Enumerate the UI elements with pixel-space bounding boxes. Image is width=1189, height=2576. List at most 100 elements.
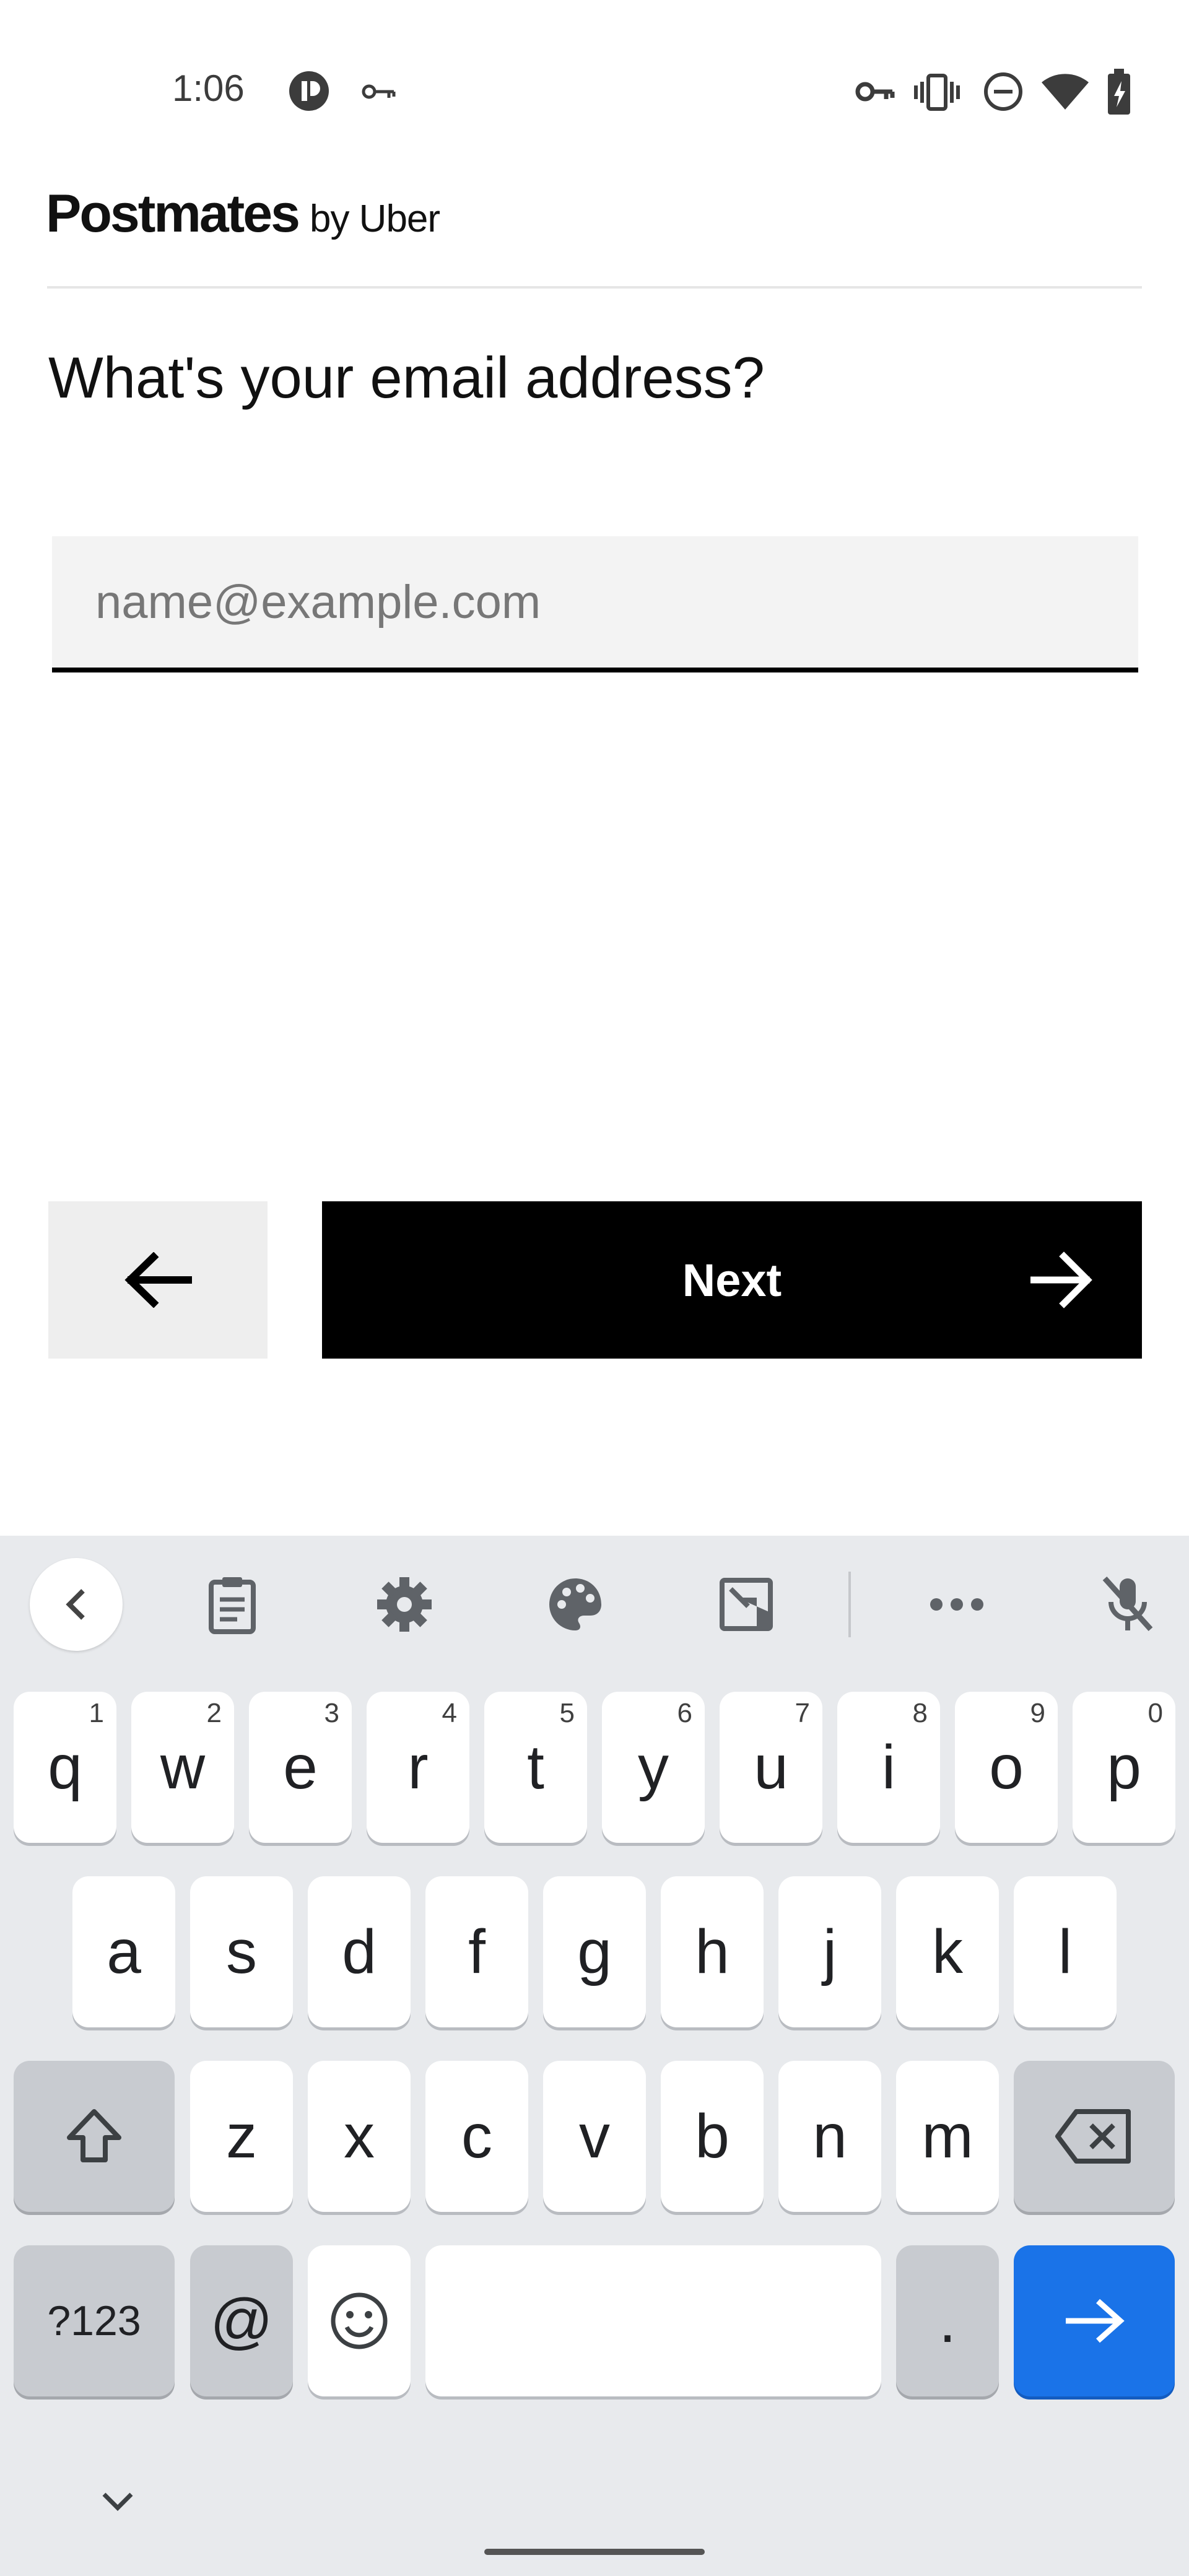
key-p[interactable]: p0 — [1073, 1692, 1175, 1843]
key-label: t — [527, 1732, 544, 1802]
key-label: q — [48, 1732, 82, 1802]
key-v[interactable]: v — [543, 2061, 646, 2212]
battery-icon — [1105, 67, 1133, 116]
status-time: 1:06 — [172, 67, 245, 109]
back-button[interactable] — [48, 1201, 268, 1359]
key-b[interactable]: b — [661, 2061, 764, 2212]
key-hint: 9 — [1030, 1698, 1045, 1728]
mic-button[interactable] — [1094, 1570, 1162, 1638]
key-label: z — [226, 2101, 257, 2171]
key-hint: 7 — [795, 1698, 810, 1728]
mic-off-icon — [1102, 1576, 1153, 1632]
header-divider — [47, 286, 1142, 289]
key-label: g — [577, 1917, 612, 1986]
key-i[interactable]: i8 — [837, 1692, 940, 1843]
key-label: ?123 — [47, 2297, 141, 2344]
key-label: k — [932, 1917, 963, 1986]
key-x[interactable]: x — [308, 2061, 411, 2212]
next-label: Next — [682, 1254, 782, 1306]
backspace-key[interactable] — [1014, 2061, 1175, 2212]
key-f[interactable]: f — [425, 1876, 528, 2027]
vibrate-icon — [913, 71, 961, 114]
palette-icon — [549, 1578, 601, 1630]
wifi-icon — [1040, 72, 1090, 111]
do-not-disturb-icon — [982, 71, 1024, 113]
key-d[interactable]: d — [308, 1876, 411, 2027]
key-label: @ — [210, 2286, 273, 2356]
key-h[interactable]: h — [661, 1876, 764, 2027]
enter-key[interactable] — [1014, 2245, 1175, 2396]
brand-name: Postmates — [46, 184, 300, 243]
key-a[interactable]: a — [72, 1876, 175, 2027]
keyboard-collapse-button[interactable] — [30, 1558, 123, 1651]
period-key[interactable]: . — [896, 2245, 999, 2396]
backspace-icon — [1055, 2109, 1131, 2164]
shift-key[interactable] — [14, 2061, 175, 2212]
chevron-left-icon — [66, 1589, 85, 1620]
at-key[interactable]: @ — [190, 2245, 293, 2396]
postmates-logo: Postmates by Uber — [46, 183, 440, 245]
key-label: n — [812, 2101, 847, 2171]
key-l[interactable]: l — [1014, 1876, 1117, 2027]
clipboard-button[interactable] — [198, 1570, 266, 1638]
key-label: v — [579, 2101, 610, 2171]
key-n[interactable]: n — [778, 2061, 881, 2212]
key-label: b — [695, 2101, 730, 2171]
gesture-nav-handle[interactable] — [484, 2549, 705, 2555]
key-label: r — [407, 1732, 429, 1802]
emoji-key[interactable] — [308, 2245, 411, 2396]
chevron-down-icon — [102, 2492, 133, 2511]
settings-button[interactable] — [370, 1570, 438, 1638]
one-handed-button[interactable] — [712, 1570, 780, 1638]
key-label: a — [107, 1917, 141, 1986]
key-e[interactable]: e3 — [249, 1692, 352, 1843]
key-hint: 3 — [324, 1698, 339, 1728]
key-u[interactable]: u7 — [720, 1692, 822, 1843]
key-o[interactable]: o9 — [955, 1692, 1058, 1843]
key-k[interactable]: k — [896, 1876, 999, 2027]
key-label: y — [638, 1732, 669, 1802]
key-label: . — [939, 2286, 956, 2356]
key-label: m — [921, 2101, 973, 2171]
key-label: h — [695, 1917, 730, 1986]
key-t[interactable]: t5 — [484, 1692, 587, 1843]
arrow-right-icon — [1066, 2299, 1125, 2343]
hide-keyboard-button[interactable] — [93, 2483, 142, 2520]
key-hint: 6 — [677, 1698, 692, 1728]
key-hint: 2 — [206, 1698, 222, 1728]
key-label: p — [1107, 1732, 1141, 1802]
key-m[interactable]: m — [896, 2061, 999, 2212]
one-handed-icon — [720, 1578, 773, 1631]
more-icon — [930, 1598, 983, 1611]
key-hint: 4 — [442, 1698, 457, 1728]
symbols-key[interactable]: ?123 — [14, 2245, 175, 2396]
screen-record-icon — [287, 69, 331, 113]
key-g[interactable]: g — [543, 1876, 646, 2027]
email-input[interactable] — [52, 536, 1138, 672]
settings-icon — [377, 1577, 432, 1632]
key-q[interactable]: q1 — [14, 1692, 116, 1843]
key-label: j — [822, 1917, 837, 1986]
emoji-icon — [331, 2292, 388, 2349]
key-r[interactable]: r4 — [367, 1692, 469, 1843]
key-label: f — [468, 1917, 486, 1986]
key-s[interactable]: s — [190, 1876, 293, 2027]
key-j[interactable]: j — [778, 1876, 881, 2027]
email-question: What's your email address? — [48, 345, 765, 410]
key-label: w — [160, 1732, 206, 1802]
theme-button[interactable] — [541, 1570, 609, 1638]
more-button[interactable] — [923, 1570, 991, 1638]
arrow-left-icon — [124, 1252, 192, 1308]
shift-icon — [67, 2109, 121, 2162]
key-label: o — [989, 1732, 1024, 1802]
key-label: s — [226, 1917, 257, 1986]
key-hint: 0 — [1148, 1698, 1163, 1728]
key-y[interactable]: y6 — [602, 1692, 705, 1843]
key-z[interactable]: z — [190, 2061, 293, 2212]
key-c[interactable]: c — [425, 2061, 528, 2212]
key-w[interactable]: w2 — [131, 1692, 234, 1843]
space-key[interactable] — [425, 2245, 881, 2396]
next-button[interactable]: Next — [322, 1201, 1142, 1359]
vpn-key-icon — [855, 77, 895, 107]
vpn-key-icon — [360, 79, 398, 104]
